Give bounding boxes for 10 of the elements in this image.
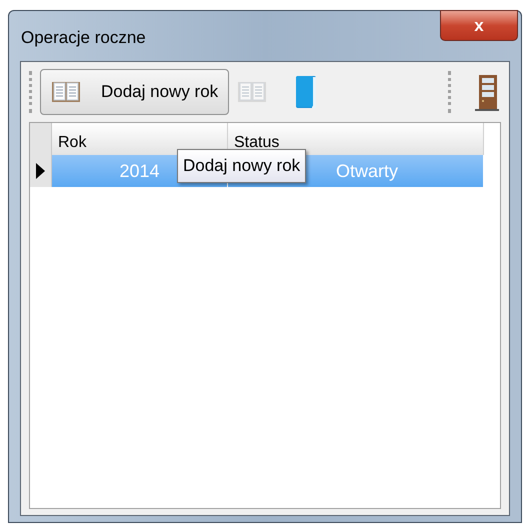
- toolbar-grip[interactable]: [29, 71, 32, 113]
- open-book-icon: [51, 80, 81, 104]
- column-header[interactable]: Rok: [52, 123, 228, 155]
- column-header[interactable]: Status: [228, 123, 484, 155]
- toolbar-separator[interactable]: [448, 71, 451, 113]
- close-button[interactable]: x: [440, 10, 518, 41]
- tooltip: Dodaj nowy rok: [177, 149, 306, 182]
- window-title: Operacje roczne: [21, 27, 146, 49]
- add-year-button[interactable]: Dodaj nowy rok: [40, 69, 230, 115]
- door-icon[interactable]: [473, 73, 501, 111]
